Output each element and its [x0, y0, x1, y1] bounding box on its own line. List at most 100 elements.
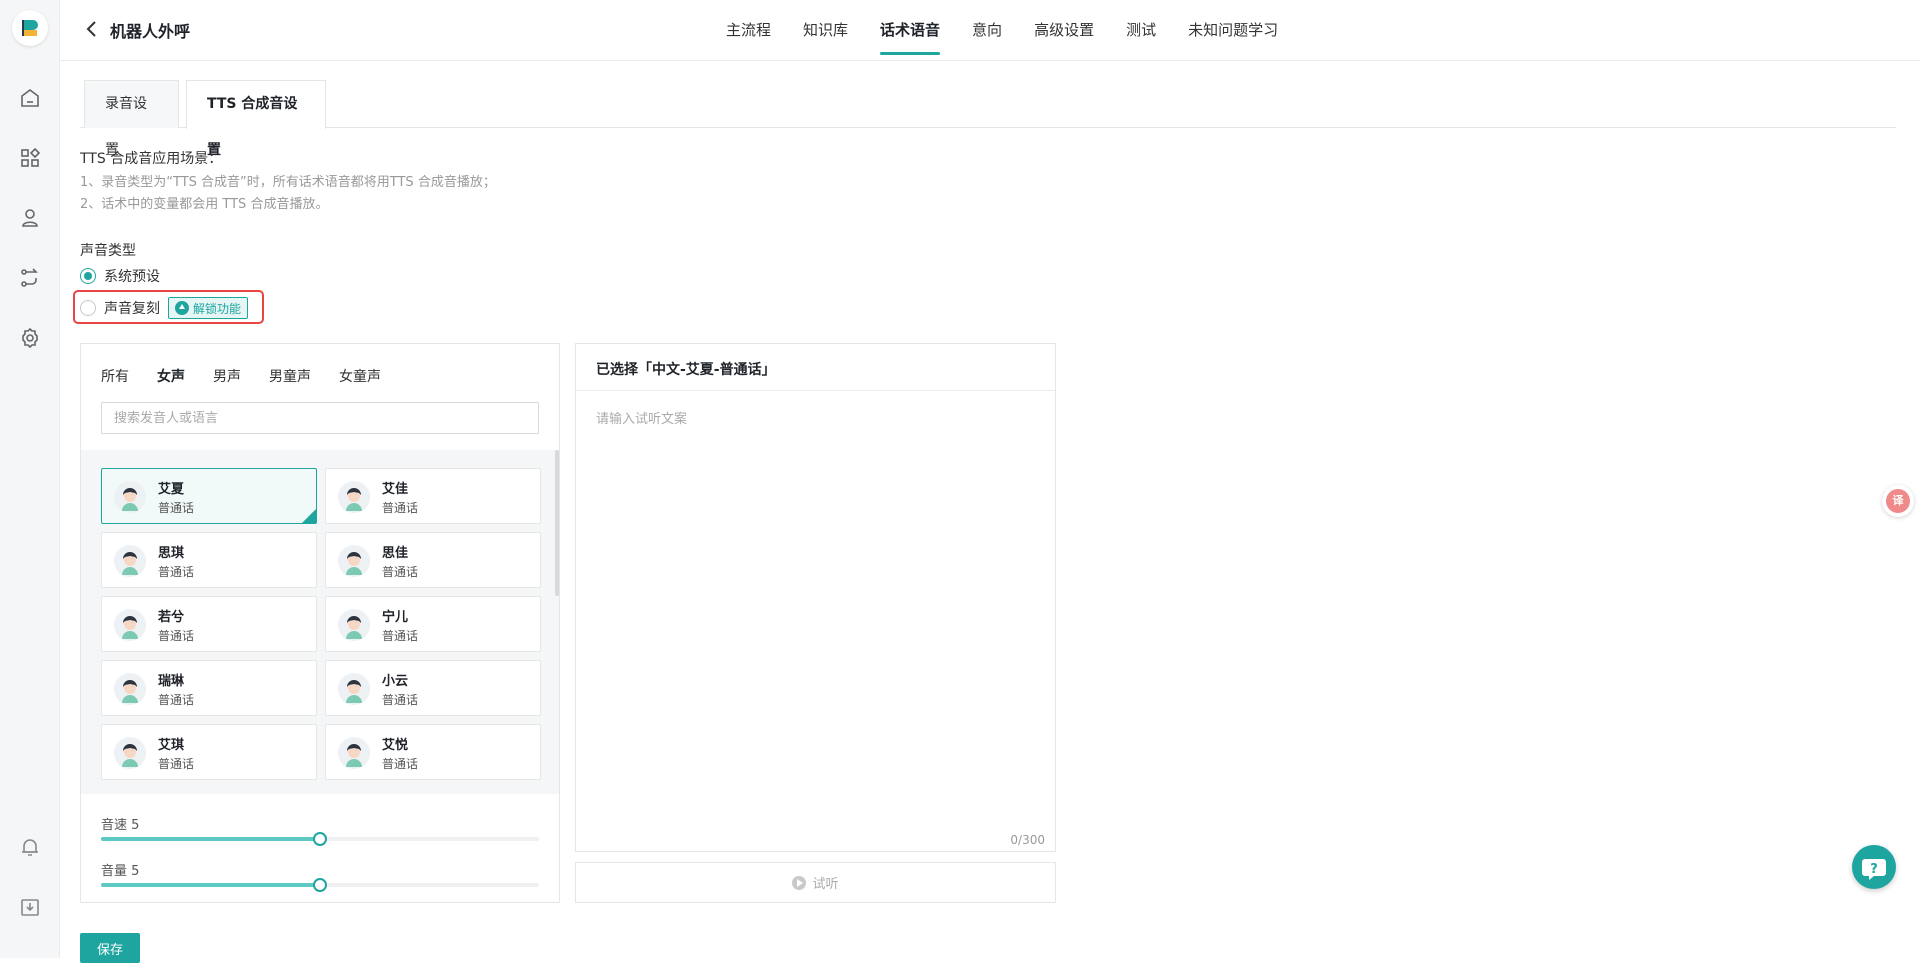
voice-card[interactable]: 小云 普通话: [325, 660, 541, 716]
translate-float-button[interactable]: 译: [1882, 485, 1914, 517]
voice-avatar: [338, 609, 370, 641]
listen-button[interactable]: 试听: [575, 862, 1056, 903]
tab-advanced-settings[interactable]: 高级设置: [1034, 0, 1094, 61]
voice-avatar: [114, 673, 146, 705]
voice-name: 思佳: [382, 546, 409, 561]
radio-button[interactable]: [80, 300, 96, 316]
voice-language: 普通话: [158, 693, 195, 707]
voice-card[interactable]: 艾琪 普通话: [101, 724, 317, 780]
voice-language: 普通话: [382, 629, 419, 643]
voice-card[interactable]: 思琪 普通话: [101, 532, 317, 588]
voice-avatar: [338, 673, 370, 705]
download-icon[interactable]: [18, 895, 42, 919]
unlock-feature-label: 解锁功能: [193, 301, 242, 316]
filter-female[interactable]: 女声: [157, 366, 185, 386]
volume-slider-fill: [101, 883, 320, 887]
radio-voice-clone[interactable]: 声音复刻 解锁功能: [80, 297, 249, 319]
subtab-tts-settings[interactable]: TTS 合成音设置: [186, 80, 326, 158]
tab-script-voice[interactable]: 话术语音: [880, 0, 941, 61]
page-title: 机器人外呼: [110, 22, 191, 41]
voice-card[interactable]: 宁儿 普通话: [325, 596, 541, 652]
filter-girl[interactable]: 女童声: [339, 366, 381, 386]
gear-icon[interactable]: [18, 326, 42, 350]
voice-language: 普通话: [382, 501, 419, 515]
bell-icon[interactable]: [18, 835, 42, 859]
voice-grid-scrollbar[interactable]: [555, 450, 559, 596]
voice-name: 瑞琳: [158, 674, 185, 689]
help-float-button[interactable]: ?: [1852, 845, 1896, 889]
voice-avatar: [338, 481, 370, 513]
voice-language: 普通话: [158, 565, 195, 579]
translate-icon: 译: [1886, 489, 1910, 513]
voice-language: 普通话: [382, 757, 419, 771]
speed-slider[interactable]: [101, 832, 539, 846]
listen-label: 试听: [812, 877, 839, 892]
voice-name: 艾佳: [382, 482, 409, 497]
selected-voice-title: 已选择「中文-艾夏-普通话」: [596, 362, 776, 378]
speed-slider-handle[interactable]: [313, 832, 327, 846]
filter-all[interactable]: 所有: [101, 366, 129, 386]
logo-icon: [22, 20, 38, 36]
sub-tabs: 录音设置 TTS 合成音设置: [80, 80, 1896, 158]
subtab-recording-settings[interactable]: 录音设置: [84, 80, 179, 158]
preview-text-input[interactable]: [596, 408, 1036, 808]
voice-language: 普通话: [158, 629, 195, 643]
description-line-1: 1、录音类型为“TTS 合成音”时，所有话术语音都将用TTS 合成音播放；: [80, 175, 496, 190]
tab-test[interactable]: 测试: [1126, 0, 1156, 61]
voice-avatar: [114, 609, 146, 641]
tab-unknown-question-learning[interactable]: 未知问题学习: [1188, 0, 1278, 61]
voice-card[interactable]: 思佳 普通话: [325, 532, 541, 588]
voice-language: 普通话: [382, 693, 419, 707]
top-bar: 机器人外呼 主流程 知识库 话术语音 意向 高级设置 测试 未知问题学习: [60, 0, 1920, 61]
unlock-feature-button[interactable]: 解锁功能: [168, 297, 249, 319]
volume-slider-handle[interactable]: [313, 878, 327, 892]
description-heading: TTS 合成音应用场景：: [80, 151, 223, 167]
flow-icon[interactable]: [18, 266, 42, 290]
speed-label: 音速 5: [101, 818, 140, 833]
voice-card[interactable]: 瑞琳 普通话: [101, 660, 317, 716]
voice-name: 艾夏: [158, 482, 185, 497]
user-icon[interactable]: [18, 206, 42, 230]
voice-avatar: [114, 737, 146, 769]
voice-name: 艾悦: [382, 738, 409, 753]
filter-boy[interactable]: 男童声: [269, 366, 311, 386]
voice-language: 普通话: [158, 757, 195, 771]
voice-avatar: [338, 737, 370, 769]
voice-avatar: [338, 545, 370, 577]
divider: [576, 390, 1055, 391]
tab-intent[interactable]: 意向: [972, 0, 1002, 61]
radio-system-preset-label: 系统预设: [104, 269, 160, 285]
voice-search-input[interactable]: [101, 402, 539, 434]
voice-card[interactable]: 艾夏 普通话: [101, 468, 317, 524]
upgrade-arrow-icon: [175, 301, 189, 315]
voice-name: 若兮: [158, 610, 185, 625]
description-line-2: 2、话术中的变量都会用 TTS 合成音播放。: [80, 197, 329, 212]
voice-language: 普通话: [382, 565, 419, 579]
voice-type-label: 声音类型: [80, 243, 136, 259]
voice-grid: 艾夏 普通话 艾佳 普通话 思琪 普通话 思佳 普通话 若兮 普通话 宁儿 普通话 瑞琳 普通话 小云 普通话…: [81, 450, 559, 794]
voice-card[interactable]: 艾佳 普通话: [325, 468, 541, 524]
volume-label: 音量 5: [101, 864, 140, 879]
voice-name: 思琪: [158, 546, 185, 561]
app-logo[interactable]: [12, 10, 48, 46]
radio-button-checked[interactable]: [80, 268, 96, 284]
back-arrow-icon[interactable]: [82, 18, 102, 40]
voice-avatar: [114, 545, 146, 577]
save-button[interactable]: 保存: [80, 933, 140, 963]
home-icon[interactable]: [18, 86, 42, 110]
voice-card[interactable]: 若兮 普通话: [101, 596, 317, 652]
voice-card[interactable]: 艾悦 普通话: [325, 724, 541, 780]
filter-male[interactable]: 男声: [213, 366, 241, 386]
volume-slider[interactable]: [101, 878, 539, 892]
radio-system-preset[interactable]: 系统预设: [80, 266, 160, 286]
speed-slider-fill: [101, 837, 320, 841]
sidebar: [0, 0, 60, 958]
tab-main-flow[interactable]: 主流程: [726, 0, 771, 61]
char-count: 0/300: [1010, 833, 1045, 847]
help-chat-icon: ?: [1862, 859, 1886, 880]
play-icon: [792, 875, 807, 890]
apps-icon[interactable]: [18, 146, 42, 170]
tab-knowledge-base[interactable]: 知识库: [803, 0, 848, 61]
radio-voice-clone-label: 声音复刻: [104, 301, 160, 317]
voice-avatar: [114, 481, 146, 513]
